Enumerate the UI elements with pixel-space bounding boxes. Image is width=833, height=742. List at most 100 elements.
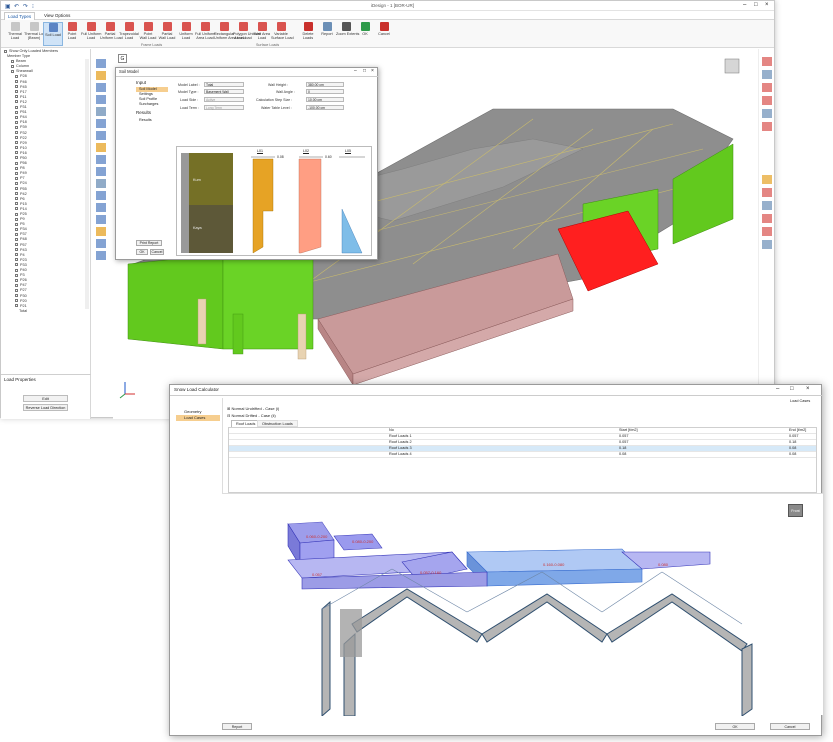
checkbox[interactable] (15, 197, 18, 201)
checkbox[interactable] (15, 263, 18, 267)
ribbon-button-cancel[interactable]: Cancel (374, 22, 394, 46)
view-tool-icon[interactable] (762, 188, 772, 197)
ribbon-button-soil-load[interactable]: Soil Load (43, 22, 63, 46)
draw-tool-icon[interactable] (96, 71, 106, 80)
reverse-load-direction-button[interactable]: Reverse Load Direction (23, 404, 68, 411)
soil-minimize-icon[interactable]: – (354, 68, 357, 74)
soil-cancel-button[interactable]: Cancel (150, 249, 164, 255)
checkbox[interactable] (15, 171, 18, 175)
view-tool-icon[interactable] (762, 214, 772, 223)
checkbox[interactable] (15, 131, 18, 134)
checkbox[interactable] (15, 237, 18, 241)
case-drifted[interactable]: ⊟ Normal Drifted - Case (ii) (227, 413, 276, 418)
edit-button[interactable]: Edit (23, 395, 68, 402)
ribbon-button-rect-area[interactable]: Rectangular Uniform Area Load (214, 22, 246, 46)
draw-tool-icon[interactable] (96, 119, 106, 128)
ribbon-button-delete[interactable]: Delete Loads (298, 22, 318, 46)
checkbox[interactable] (15, 288, 18, 292)
snow-close-icon[interactable]: × (806, 386, 810, 392)
ribbon-button-full-area[interactable]: Full Uniform Area Load (195, 22, 215, 46)
view-tool-icon[interactable] (762, 240, 772, 249)
close-icon[interactable]: × (765, 2, 769, 8)
ribbon-button-point-load[interactable]: Point Load (62, 22, 82, 46)
viewport-label[interactable]: G (118, 54, 127, 63)
checkbox[interactable] (15, 232, 18, 236)
nav-load-cases[interactable]: Load Cases (176, 415, 220, 421)
ribbon-button-full-uniform[interactable]: Full Uniform Load (81, 22, 101, 46)
undo-icon[interactable]: ↶ (14, 3, 19, 10)
ribbon-button-uniform[interactable]: Uniform Load (176, 22, 196, 46)
soil-ok-button[interactable]: OK (136, 249, 148, 255)
view-tool-icon[interactable] (762, 57, 772, 66)
draw-tool-icon[interactable] (96, 215, 106, 224)
view-tool-icon[interactable] (762, 96, 772, 105)
checkbox[interactable] (15, 273, 18, 277)
checkbox[interactable] (15, 141, 18, 145)
checkbox[interactable] (15, 207, 18, 211)
print-report-button[interactable]: Print Report (136, 240, 162, 246)
view-tool-icon[interactable] (762, 227, 772, 236)
checkbox[interactable] (15, 95, 18, 99)
view-tool-icon[interactable] (762, 175, 772, 184)
calc-step-input[interactable]: 10.00 cm (306, 97, 344, 102)
water-table-input[interactable]: -100.00 cm (306, 105, 344, 110)
view-tool-icon[interactable] (762, 109, 772, 118)
member-tree[interactable]: Show Only Loaded Members Member Type Beam C… (1, 49, 91, 319)
soil-close-icon[interactable]: × (371, 68, 374, 74)
case-undrifted[interactable]: ⊞ Normal Undrifted - Case (i) (227, 406, 279, 411)
checkbox[interactable] (15, 105, 18, 109)
checkbox[interactable] (15, 156, 18, 160)
checkbox[interactable] (15, 222, 18, 226)
wall-height-input[interactable]: 380.00 cm (306, 82, 344, 87)
nav-results[interactable]: Results (136, 116, 168, 122)
load-term-select[interactable]: Long Term (204, 105, 244, 110)
checkbox[interactable] (15, 268, 18, 272)
ribbon-button-report[interactable]: Report (317, 22, 337, 46)
checkbox[interactable] (15, 176, 18, 180)
view-tool-icon[interactable] (762, 122, 772, 131)
save-icon[interactable]: ▣ (5, 3, 11, 10)
view-tool-icon[interactable] (762, 70, 772, 79)
ribbon-button-thermal-beam[interactable]: Thermal Load (Beam) (24, 22, 47, 46)
checkbox[interactable] (15, 202, 18, 206)
checkbox[interactable] (11, 69, 14, 73)
checkbox[interactable] (15, 283, 18, 287)
tab-load-types[interactable]: Load Types (4, 12, 36, 20)
checkbox[interactable] (15, 212, 18, 216)
checkbox[interactable] (15, 217, 18, 221)
checkbox[interactable] (15, 294, 18, 297)
draw-tool-icon[interactable] (96, 95, 106, 104)
draw-tool-icon[interactable] (96, 143, 106, 152)
checkbox[interactable] (15, 125, 18, 129)
checkbox[interactable] (15, 253, 18, 257)
model-label-input[interactable]: Total (204, 82, 244, 87)
ribbon-button-ok[interactable]: OK (355, 22, 375, 46)
checkbox[interactable] (15, 100, 18, 104)
draw-tool-icon[interactable] (96, 239, 106, 248)
checkbox[interactable] (11, 64, 14, 68)
tree-item-selected[interactable]: Total (1, 309, 91, 314)
checkbox[interactable] (15, 146, 18, 150)
table-row[interactable]: Roof Loads 4 0.08 0.08 (229, 452, 816, 458)
model-type-select[interactable]: Basement Wall (204, 89, 244, 94)
tab-view-options[interactable]: View Options (41, 12, 73, 20)
checkbox[interactable] (15, 80, 18, 84)
checkbox[interactable] (15, 166, 18, 170)
snow-3d-view[interactable]: Front 0.060-0.200 0.057 0.057-0.160 0.16… (222, 493, 823, 718)
checkbox[interactable] (15, 299, 18, 303)
checkbox[interactable] (15, 120, 18, 124)
checkbox[interactable] (15, 85, 18, 89)
ribbon-button-trapezoidal[interactable]: Trapezoidal Load (119, 22, 139, 46)
draw-tool-icon[interactable] (96, 167, 106, 176)
checkbox[interactable] (15, 192, 18, 196)
checkbox[interactable] (15, 110, 18, 114)
ribbon-button-zoom-extents[interactable]: Zoom Extents (336, 22, 359, 46)
view-tool-icon[interactable] (762, 83, 772, 92)
table-row[interactable]: Roof Loads 3 0.18 0.08 (229, 446, 816, 452)
checkbox[interactable] (15, 151, 18, 155)
ribbon-button-thermal[interactable]: Thermal Load (5, 22, 25, 46)
draw-tool-icon[interactable] (96, 131, 106, 140)
subtab-obstruction-loads[interactable]: Obstruction Loads (257, 420, 298, 427)
minimize-icon[interactable]: – (743, 2, 746, 8)
checkbox[interactable] (15, 227, 18, 231)
